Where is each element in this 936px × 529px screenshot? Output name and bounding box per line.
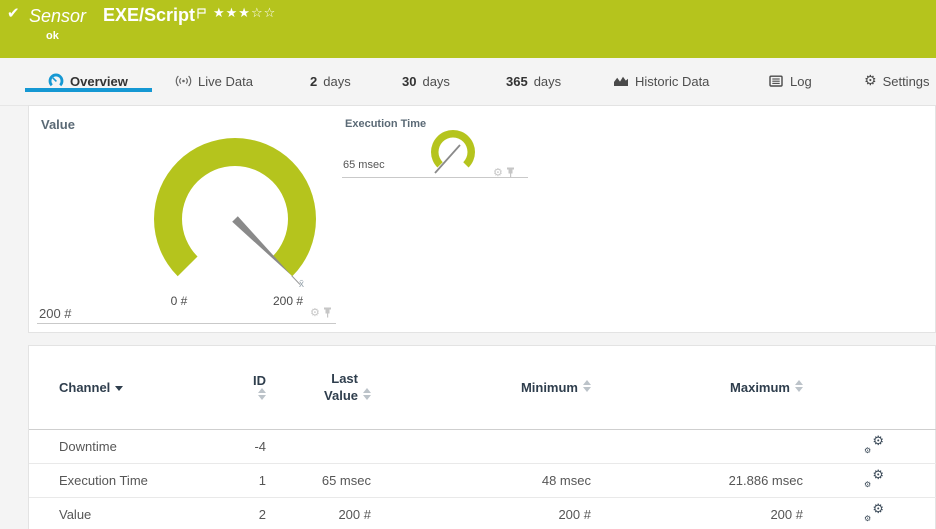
tab-label: Log <box>790 73 812 89</box>
channel-name-cell: Execution Time <box>29 463 244 498</box>
gear-icon: ⚙ <box>872 502 884 517</box>
column-header-maximum[interactable]: Maximum <box>599 346 811 430</box>
column-header-minimum[interactable]: Minimum <box>379 346 599 430</box>
average-marker: x̄ <box>299 279 304 290</box>
sensor-title: EXE/Script <box>103 5 196 25</box>
table-header-row: Channel ID Last Value Minimum Maximum <box>29 346 936 430</box>
tab-log[interactable]: Log <box>768 71 812 91</box>
gear-icon: ⚙ <box>864 514 872 523</box>
gauge-gear-icon[interactable]: ⚙ <box>493 167 503 178</box>
channel-id-cell: 2 <box>244 497 274 529</box>
table-row: Execution Time 1 65 msec 48 msec 21.886 … <box>29 463 936 498</box>
gauge-gear-icon[interactable]: ⚙ <box>310 307 320 318</box>
log-icon <box>768 73 784 89</box>
pin-icon[interactable] <box>323 307 332 318</box>
sensor-kind-label: Sensor <box>29 6 87 26</box>
minimum-cell <box>379 429 599 464</box>
tab-label: Settings <box>882 73 930 89</box>
column-header-settings <box>811 346 936 430</box>
priority-stars[interactable]: ★★★☆☆ <box>213 6 276 21</box>
channel-name-cell: Downtime <box>29 429 244 464</box>
page: ✔ Sensor EXE/Script ★★★☆☆ ok Overview Li… <box>0 0 936 529</box>
tab-365-days[interactable]: 365 days <box>506 71 561 91</box>
live-data-icon <box>175 73 192 89</box>
tab-live-data[interactable]: Live Data <box>175 71 253 91</box>
tab-label: days <box>323 73 351 89</box>
flag-icon <box>197 6 206 24</box>
channel-settings-icon[interactable]: ⚙ ⚙ <box>864 468 884 489</box>
value-gauge-scale-min: 0 # <box>170 294 188 308</box>
channel-id-cell: 1 <box>244 463 274 498</box>
tab-label: Historic Data <box>635 73 710 89</box>
pin-icon[interactable] <box>506 167 515 178</box>
execution-time-gauge-title: Execution Time <box>345 118 427 130</box>
sensor-header: ✔ Sensor EXE/Script ★★★☆☆ ok <box>0 0 936 58</box>
last-value-cell: 200 # <box>274 497 379 529</box>
value-cell-divider <box>37 323 336 324</box>
settings-gear-icon: ⚙ <box>864 73 877 89</box>
tab-label: Overview <box>70 73 128 89</box>
execution-time-gauge-tools[interactable]: ⚙ <box>493 167 515 178</box>
tab-2-days[interactable]: 2 days <box>310 71 351 91</box>
last-value-cell: 65 msec <box>274 463 379 498</box>
gear-icon: ⚙ <box>864 446 872 455</box>
sort-desc-icon <box>115 386 124 392</box>
tab-bar: Overview Live Data 2 days 30 days 365 da… <box>0 58 936 106</box>
column-label: ID <box>253 372 266 388</box>
channel-table-panel: Channel ID Last Value Minimum Maximum Do… <box>28 345 936 529</box>
gear-icon: ⚙ <box>872 434 884 449</box>
channel-id-cell: -4 <box>244 429 274 464</box>
table-row: Value 2 200 # 200 # 200 # ⚙ ⚙ <box>29 497 936 529</box>
last-value-cell <box>274 429 379 464</box>
channel-name-cell: Value <box>29 497 244 529</box>
tab-label: days <box>533 73 562 89</box>
channel-settings-icon[interactable]: ⚙ ⚙ <box>864 502 884 523</box>
tab-label: Live Data <box>198 73 253 89</box>
tab-number: 2 <box>310 73 318 89</box>
tab-label: days <box>422 73 450 89</box>
tab-30-days[interactable]: 30 days <box>402 71 450 91</box>
maximum-cell <box>599 429 811 464</box>
column-label: Maximum <box>730 380 790 395</box>
gear-icon: ⚙ <box>864 480 872 489</box>
value-gauge-tools[interactable]: ⚙ <box>310 307 332 318</box>
channel-table: Channel ID Last Value Minimum Maximum Do… <box>29 346 936 529</box>
tab-number: 30 <box>402 73 417 89</box>
table-row: Downtime -4 ⚙ ⚙ <box>29 429 936 464</box>
execution-time-gauge-arc <box>431 130 475 168</box>
gauge-icon <box>48 73 64 89</box>
channel-settings-icon[interactable]: ⚙ ⚙ <box>864 434 884 455</box>
sensor-status-badge: ok <box>46 30 59 42</box>
ok-check-icon: ✔ <box>7 4 20 22</box>
maximum-cell: 200 # <box>599 497 811 529</box>
sort-updown-icon[interactable] <box>794 380 803 392</box>
tab-number: 365 <box>506 73 528 89</box>
column-label: Channel <box>59 380 111 395</box>
column-label: Last Value <box>324 371 358 403</box>
column-header-last-value[interactable]: Last Value <box>274 346 379 430</box>
active-tab-underline <box>25 88 152 92</box>
column-header-id[interactable]: ID <box>244 346 274 430</box>
sort-updown-icon[interactable] <box>257 387 266 400</box>
minimum-cell: 200 # <box>379 497 599 529</box>
tab-settings[interactable]: ⚙ Settings <box>864 71 930 91</box>
column-header-channel[interactable]: Channel <box>29 346 244 430</box>
gear-icon: ⚙ <box>872 468 884 483</box>
value-current-reading: 200 # <box>39 306 72 321</box>
execution-time-current-reading: 65 msec <box>343 159 385 171</box>
minimum-cell: 48 msec <box>379 463 599 498</box>
historic-data-icon <box>613 73 629 89</box>
column-label: Minimum <box>520 380 578 395</box>
tab-historic-data[interactable]: Historic Data <box>613 71 709 91</box>
gauges-panel: Value 0 # 200 # x̄ 200 # ⚙ Execution Tim… <box>28 105 936 333</box>
sort-updown-icon[interactable] <box>582 380 591 392</box>
value-gauge-scale-max: 200 # <box>272 294 304 308</box>
maximum-cell: 21.886 msec <box>599 463 811 498</box>
value-gauge-arc <box>154 138 316 277</box>
sort-updown-icon[interactable] <box>362 387 371 400</box>
value-gauge-title: Value <box>41 117 75 132</box>
